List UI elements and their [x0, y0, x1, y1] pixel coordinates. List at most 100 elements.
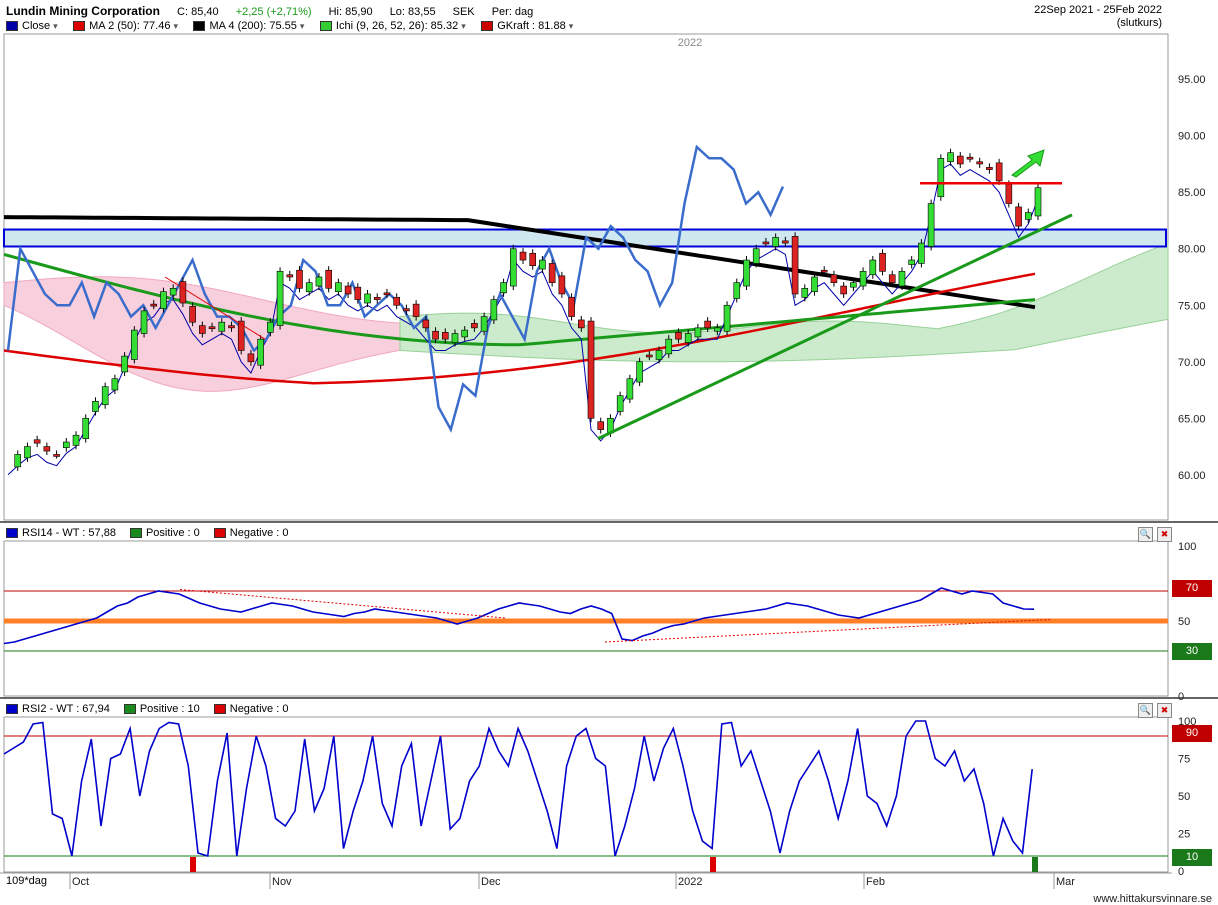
candle — [636, 361, 643, 383]
rsi2-negative: Negative : 0 — [229, 703, 289, 715]
candle — [859, 271, 867, 287]
candle — [956, 155, 964, 165]
rsi2-frame — [3, 716, 1169, 873]
candle — [801, 288, 809, 298]
period-label: 109*dag — [6, 875, 47, 887]
price-tick-label: 65.00 — [1178, 413, 1206, 425]
candle — [92, 401, 99, 412]
candle — [568, 297, 575, 317]
candle — [597, 421, 605, 430]
candle — [879, 252, 886, 272]
close-panel-icon[interactable]: ✖ — [1157, 527, 1172, 542]
candle — [665, 338, 673, 355]
candle — [179, 281, 187, 304]
candle — [714, 327, 721, 332]
candle — [111, 378, 119, 391]
candle — [587, 320, 595, 419]
candle — [471, 323, 478, 329]
candle — [305, 282, 313, 292]
candle — [72, 434, 80, 446]
candle — [947, 152, 954, 163]
rsi2-tick-label: 75 — [1178, 754, 1190, 766]
candle — [121, 355, 128, 373]
candle — [684, 333, 692, 343]
candle — [335, 282, 342, 292]
candle — [160, 291, 167, 309]
rsi2-upper-badge: 90 — [1172, 725, 1212, 742]
rsi2-header: RSI2 - WT : 67,94 Positive : 10 Negative… — [6, 702, 289, 716]
rsi14-line — [3, 587, 1035, 645]
price-tick-label: 95.00 — [1178, 74, 1206, 86]
candle — [354, 286, 362, 300]
candle — [548, 263, 556, 283]
candle — [578, 319, 585, 329]
candle — [14, 454, 22, 468]
candle — [276, 271, 284, 326]
rsi2-label: RSI2 - WT : 67,94 — [22, 703, 110, 715]
candle — [626, 378, 634, 400]
candle — [461, 329, 468, 338]
candle — [383, 292, 391, 296]
main-frame — [3, 33, 1169, 521]
candle — [752, 248, 760, 264]
footer-url[interactable]: www.hittakursvinnare.se — [1093, 893, 1212, 905]
zoom-icon[interactable]: 🔍 — [1138, 703, 1153, 718]
rsi14-tick-label: 0 — [1178, 691, 1184, 703]
candle — [908, 259, 915, 265]
candle — [850, 282, 857, 288]
candle — [519, 251, 527, 261]
candle — [315, 276, 323, 287]
close-panel-icon[interactable]: ✖ — [1157, 703, 1172, 718]
candle — [247, 353, 255, 363]
candle — [63, 441, 70, 448]
rsi14-tick-label: 100 — [1178, 541, 1196, 553]
zoom-icon[interactable]: 🔍 — [1138, 527, 1153, 542]
candle — [529, 252, 537, 266]
candle — [772, 237, 779, 247]
rsi2-tick-label: 0 — [1178, 866, 1184, 878]
candle — [228, 325, 235, 329]
candle — [373, 297, 381, 300]
x-axis-month-label: 2022 — [678, 876, 702, 888]
price-chart[interactable]: 2022 95.00 90.00 85.00 80.00 75.00 70.00 65.00 6… — [0, 0, 1218, 905]
x-axis-month-label: Feb — [866, 876, 885, 888]
candle — [169, 288, 177, 296]
candle — [490, 299, 498, 321]
rsi14-label: RSI14 - WT : 57,88 — [22, 527, 116, 539]
candle — [646, 354, 653, 358]
rsi2-tick-label: 50 — [1178, 791, 1190, 803]
up-arrow-icon — [1011, 149, 1045, 178]
rsi2-lower-badge: 10 — [1172, 849, 1212, 866]
candle — [257, 338, 264, 366]
rsi2-line — [3, 720, 1033, 858]
rsi14-upper-badge: 70 — [1172, 580, 1212, 597]
candle — [150, 303, 158, 307]
candle — [393, 297, 400, 306]
candle — [840, 285, 847, 295]
candle — [509, 248, 517, 287]
candle — [43, 446, 51, 452]
candle — [364, 293, 371, 304]
candle — [986, 167, 993, 170]
price-tick-label: 60.00 — [1178, 470, 1206, 482]
rsi14-header: RSI14 - WT : 57,88 Positive : 0 Negative… — [6, 526, 289, 540]
candle — [53, 454, 60, 457]
candle — [101, 386, 109, 406]
candle — [286, 274, 294, 278]
candle — [480, 316, 488, 332]
candle — [995, 162, 1003, 182]
candle — [131, 329, 138, 360]
rsi14-negative: Negative : 0 — [229, 527, 289, 539]
rsi2-signal-bar — [190, 857, 196, 872]
candle — [344, 285, 352, 295]
candle — [830, 274, 838, 283]
candle — [616, 395, 624, 412]
candle — [791, 236, 799, 295]
candle — [820, 269, 828, 273]
candle — [704, 320, 711, 329]
candle — [762, 241, 770, 245]
candle — [412, 303, 420, 317]
candle — [218, 321, 226, 332]
candle — [1015, 206, 1022, 227]
candle — [1034, 187, 1042, 217]
